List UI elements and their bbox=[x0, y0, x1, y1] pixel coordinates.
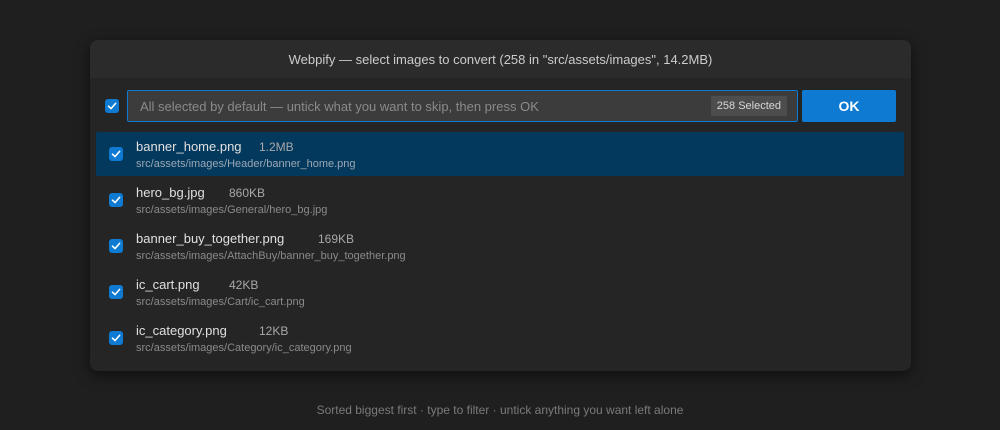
ok-button[interactable]: OK bbox=[802, 90, 896, 122]
file-size: 42KB bbox=[229, 278, 259, 292]
file-size: 860KB bbox=[229, 186, 266, 200]
file-size: 12KB bbox=[259, 324, 289, 338]
quick-pick-dialog: Webpify — select images to convert (258 … bbox=[90, 40, 911, 371]
item-checkbox[interactable] bbox=[109, 239, 123, 253]
list-item[interactable]: ic_category.png 12KB src/assets/images/C… bbox=[96, 316, 904, 360]
checkmark-icon bbox=[111, 150, 121, 158]
file-list: banner_home.png 1.2MB src/assets/images/… bbox=[96, 132, 904, 362]
item-checkbox[interactable] bbox=[109, 147, 123, 161]
file-name: hero_bg.jpg bbox=[136, 185, 205, 200]
input-row: 258 Selected OK bbox=[90, 78, 911, 130]
file-path: src/assets/images/General/hero_bg.jpg bbox=[136, 204, 328, 216]
item-checkbox[interactable] bbox=[109, 331, 123, 345]
item-checkbox[interactable] bbox=[109, 285, 123, 299]
selected-count-badge: 258 Selected bbox=[710, 96, 787, 116]
file-name: banner_home.png bbox=[136, 139, 242, 154]
list-item[interactable]: banner_buy_together.png 169KB src/assets… bbox=[96, 224, 904, 268]
file-path: src/assets/images/AttachBuy/banner_buy_t… bbox=[136, 250, 406, 262]
checkmark-icon bbox=[111, 242, 121, 250]
checkmark-icon bbox=[107, 102, 117, 110]
filter-input[interactable] bbox=[128, 91, 698, 121]
list-item[interactable]: hero_bg.jpg 860KB src/assets/images/Gene… bbox=[96, 178, 904, 222]
checkmark-icon bbox=[111, 288, 121, 296]
dialog-title: Webpify — select images to convert (258 … bbox=[90, 40, 911, 78]
list-item[interactable]: banner_home.png 1.2MB src/assets/images/… bbox=[96, 132, 904, 176]
footer-hint: Sorted biggest first · type to filter · … bbox=[316, 403, 684, 417]
file-path: src/assets/images/Cart/ic_cart.png bbox=[136, 296, 305, 308]
item-checkbox[interactable] bbox=[109, 193, 123, 207]
file-name: banner_buy_together.png bbox=[136, 231, 285, 246]
file-size: 169KB bbox=[318, 232, 355, 246]
checkmark-icon bbox=[111, 334, 121, 342]
file-path: src/assets/images/Header/banner_home.png bbox=[136, 158, 356, 170]
file-path: src/assets/images/Category/ic_category.p… bbox=[136, 342, 352, 354]
filter-input-box: 258 Selected bbox=[127, 90, 798, 122]
file-name: ic_category.png bbox=[136, 323, 227, 338]
file-name: ic_cart.png bbox=[136, 277, 200, 292]
select-all-checkbox[interactable] bbox=[105, 99, 119, 113]
file-size: 1.2MB bbox=[259, 140, 294, 154]
checkmark-icon bbox=[111, 196, 121, 204]
list-item[interactable]: ic_cart.png 42KB src/assets/images/Cart/… bbox=[96, 270, 904, 314]
